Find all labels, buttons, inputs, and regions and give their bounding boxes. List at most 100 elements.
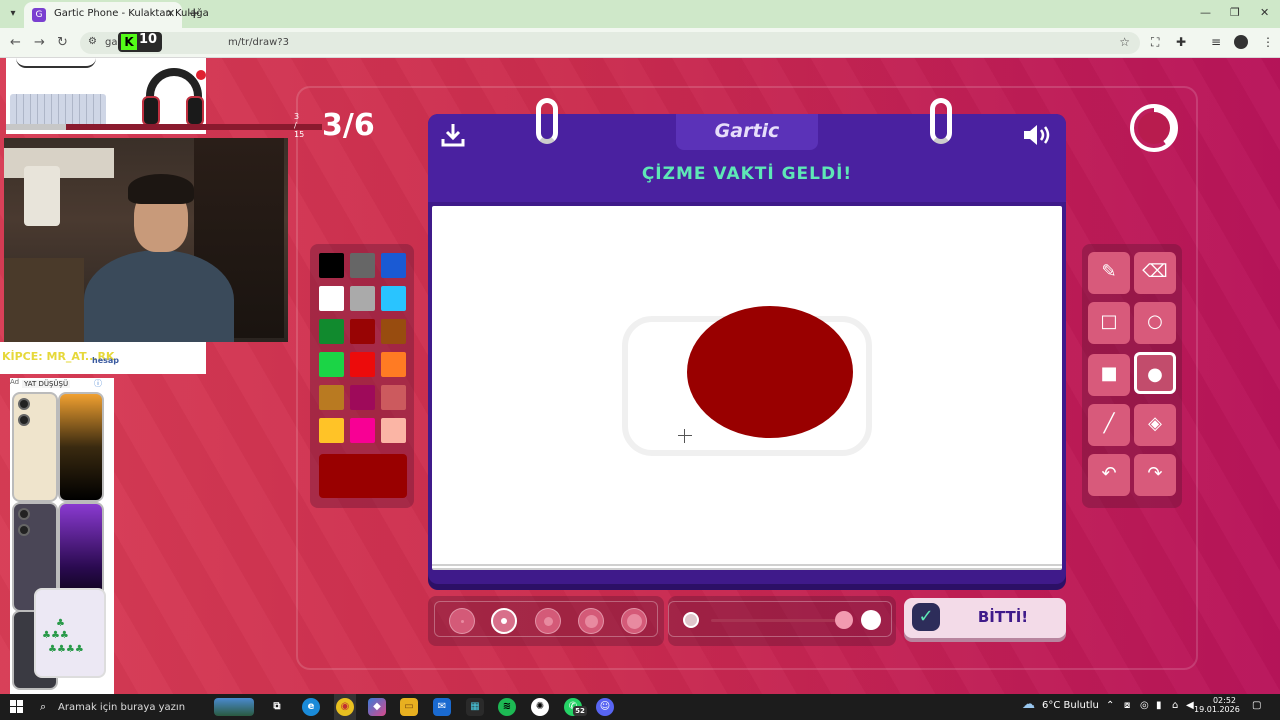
mail-icon[interactable]: ✉	[433, 698, 451, 716]
reload-icon[interactable]: ↻	[57, 35, 68, 50]
restore-icon[interactable]: ❐	[1230, 6, 1240, 19]
phone-ad[interactable]: Ad YAT DÜŞÜŞÜ ⓘ ♣♣♣ ♣♣♣♣ ♣	[10, 378, 114, 694]
clover-icon: ♣♣♣	[42, 630, 69, 641]
sub-goal-text: 3 / 15	[294, 112, 305, 139]
round-counter: 3/6	[322, 108, 375, 143]
color-swatch[interactable]	[319, 286, 344, 311]
tab-close-icon[interactable]: ✕	[166, 7, 175, 20]
taskbar: ⌕ Aramak için buraya yazın ⧉ e ◉ ◆ ▭ ✉ ▦…	[0, 694, 1280, 720]
file-explorer-icon[interactable]: ▭	[400, 698, 418, 716]
circle-fill-icon[interactable]: ●	[1134, 352, 1176, 394]
color-swatch[interactable]	[381, 319, 406, 344]
rectangle-outline-icon[interactable]: □	[1088, 302, 1130, 344]
line-icon[interactable]: ╱	[1088, 404, 1130, 446]
edge-icon[interactable]: e	[302, 698, 320, 716]
volume-icon[interactable]	[1022, 122, 1056, 148]
windows-start-icon[interactable]	[10, 700, 24, 714]
color-swatch[interactable]	[381, 253, 406, 278]
tray-overflow-icon[interactable]: ⌃	[1106, 700, 1114, 711]
more-menu-icon[interactable]: ⋮	[1262, 35, 1274, 49]
opacity-slider-thumb[interactable]	[835, 611, 853, 629]
back-icon[interactable]: ←	[10, 35, 21, 50]
opacity-high-icon	[861, 610, 881, 630]
done-label: BİTTİ!	[977, 608, 1029, 626]
site-info-icon[interactable]: ⚙	[88, 36, 97, 47]
notification-icon[interactable]: ▢	[1252, 700, 1261, 711]
network-icon[interactable]: ⌂	[1172, 700, 1178, 711]
color-swatch[interactable]	[350, 253, 375, 278]
rectangle-fill-icon[interactable]: ■	[1088, 354, 1130, 396]
copilot-icon[interactable]: ◆	[368, 698, 386, 716]
task-view-icon[interactable]: ⧉	[268, 698, 286, 716]
volume-tray-icon[interactable]: ◀	[1186, 700, 1194, 711]
ad-info-icon[interactable]: ⓘ	[94, 378, 102, 389]
profile-avatar[interactable]	[1234, 35, 1248, 49]
tray-mic-icon[interactable]: ▮	[1156, 700, 1162, 711]
screenshot-extension-icon[interactable]: ⛶	[1151, 35, 1159, 50]
done-button[interactable]: ✓ BİTTİ!	[904, 598, 1066, 638]
chrome-icon[interactable]: ◉	[336, 698, 354, 716]
tab-search-icon[interactable]: ▾	[5, 6, 21, 22]
store-icon[interactable]: ▦	[466, 698, 484, 716]
forward-icon[interactable]: →	[34, 35, 45, 50]
color-swatch[interactable]	[319, 418, 344, 443]
chatgpt-icon[interactable]: ✺	[531, 698, 549, 716]
pencil-icon[interactable]: ✎	[1088, 252, 1130, 294]
color-swatch[interactable]	[381, 352, 406, 377]
color-swatch[interactable]	[381, 385, 406, 410]
redo-icon[interactable]: ↷	[1134, 454, 1176, 496]
download-icon[interactable]	[440, 122, 466, 148]
url-suffix: m/tr/draw?3	[228, 37, 289, 48]
opacity-slider[interactable]	[711, 619, 843, 622]
weather-text[interactable]: 6°C Bulutlu	[1042, 700, 1099, 711]
gartic-page: 3/6 Gartic ÇİZME VAKTİ GELDİ! P ✎ ⌫ □	[0, 58, 1280, 694]
size-3-button[interactable]	[535, 608, 561, 634]
color-swatch[interactable]	[350, 385, 375, 410]
size-4-button[interactable]	[578, 608, 604, 634]
logo-plate: Gartic	[676, 114, 818, 150]
address-bar[interactable]: ⚙ gart m/tr/draw?3 ☆	[80, 32, 1140, 54]
eraser-icon[interactable]: ⌫	[1134, 252, 1176, 294]
tray-camera-icon[interactable]: ◎	[1140, 700, 1149, 711]
headset-cup-left	[142, 96, 160, 126]
taskbar-search-text: Aramak için buraya yazın	[58, 702, 186, 713]
search-highlight-icon[interactable]	[214, 698, 254, 716]
tab-gartic[interactable]: G Gartic Phone - Kulaktan Kulağa ✕	[24, 2, 209, 28]
binder-ring-right	[930, 98, 952, 144]
size-5-button[interactable]	[621, 608, 647, 634]
circle-outline-icon[interactable]: ○	[1134, 302, 1176, 344]
color-swatch[interactable]	[350, 418, 375, 443]
undo-icon[interactable]: ↶	[1088, 454, 1130, 496]
tab-title: Gartic Phone - Kulaktan Kulağa	[54, 8, 209, 19]
color-swatch[interactable]	[381, 418, 406, 443]
color-swatch[interactable]	[319, 352, 344, 377]
color-swatch[interactable]	[319, 385, 344, 410]
size-1-button[interactable]	[449, 608, 475, 634]
spotify-icon[interactable]: ≋	[498, 698, 516, 716]
extensions-icon[interactable]: ✚	[1176, 35, 1186, 49]
clock[interactable]: 02:52 19.01.2026	[1194, 696, 1240, 714]
new-tab-icon[interactable]: +	[188, 4, 201, 22]
color-swatch[interactable]	[381, 286, 406, 311]
clover-icon: ♣	[56, 618, 65, 629]
size-2-button[interactable]	[491, 608, 517, 634]
size-dot	[501, 618, 507, 624]
bucket-icon[interactable]: ◈	[1134, 404, 1176, 446]
minimize-icon[interactable]: —	[1200, 6, 1211, 19]
color-swatch[interactable]	[350, 352, 375, 377]
tray-app-icon[interactable]: ⧇	[1124, 700, 1130, 711]
drawing-canvas[interactable]: P	[432, 206, 1062, 570]
discord-icon[interactable]: ☺	[596, 698, 614, 716]
taskbar-search[interactable]: ⌕ Aramak için buraya yazın	[32, 696, 212, 718]
gartic-favicon-icon: G	[32, 8, 46, 22]
window-close-icon[interactable]: ✕	[1260, 6, 1269, 19]
bookmark-star-icon[interactable]: ☆	[1119, 35, 1130, 49]
media-icon[interactable]: ≡	[1211, 35, 1221, 49]
color-swatch[interactable]	[319, 319, 344, 344]
color-swatch[interactable]	[319, 253, 344, 278]
kick-logo-icon: K	[121, 34, 137, 50]
opacity-panel	[668, 596, 896, 646]
color-swatch[interactable]	[350, 319, 375, 344]
kick-extension-badge[interactable]: K 10	[118, 32, 162, 52]
color-swatch[interactable]	[350, 286, 375, 311]
